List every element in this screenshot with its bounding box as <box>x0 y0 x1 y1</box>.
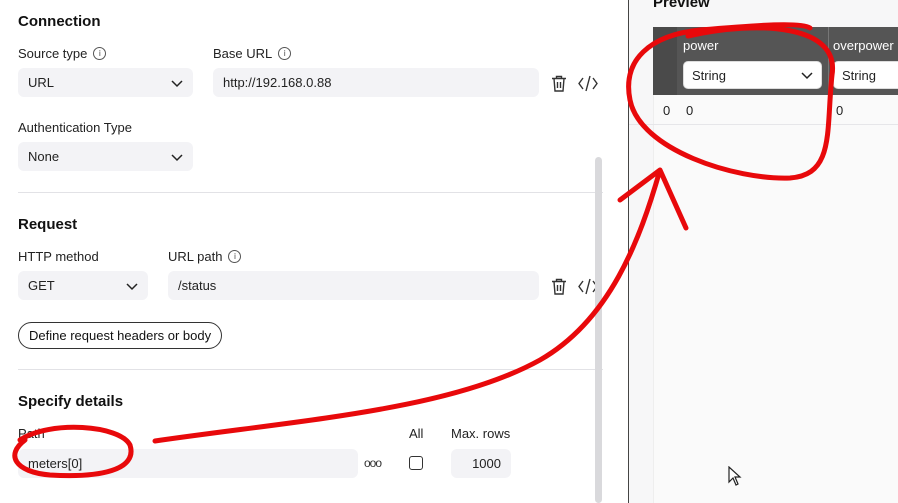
info-icon[interactable]: i <box>228 250 242 263</box>
base-url-value: http://192.168.0.88 <box>223 75 332 90</box>
column-type-value: String <box>842 67 876 83</box>
preview-grid <box>653 27 898 503</box>
source-type-label-text: Source type <box>18 46 88 61</box>
max-rows-label: Max. rows <box>451 426 511 441</box>
scrollbar[interactable] <box>595 157 602 503</box>
define-headers-button[interactable]: Define request headers or body <box>18 322 223 349</box>
url-path-value: /status <box>178 278 217 293</box>
http-method-label: HTTP method <box>18 249 99 264</box>
specify-details-heading: Specify details <box>18 393 124 410</box>
more-options-icon[interactable]: ooo <box>364 456 382 470</box>
divider <box>18 192 603 193</box>
path-input[interactable]: meters[0] <box>18 449 358 478</box>
column-header-overpower: overpower <box>833 38 894 53</box>
column-type-select-overpower[interactable]: String <box>833 61 898 89</box>
url-path-input[interactable]: /status <box>168 271 539 300</box>
all-checkbox[interactable] <box>409 456 423 470</box>
request-heading: Request <box>18 216 78 233</box>
column-header-power: power <box>683 38 719 53</box>
path-label: Path <box>18 426 45 441</box>
url-path-label: URL path i <box>168 249 242 264</box>
base-url-label: Base URL i <box>213 46 292 61</box>
column-type-value: String <box>692 67 726 83</box>
divider <box>18 369 603 370</box>
info-icon[interactable]: i <box>93 47 107 60</box>
source-type-value: URL <box>28 75 55 90</box>
max-rows-input[interactable]: 1000 <box>451 449 511 478</box>
info-icon[interactable]: i <box>278 47 292 60</box>
connection-heading: Connection <box>18 13 101 30</box>
source-type-select[interactable]: URL <box>18 68 193 97</box>
auth-type-value: None <box>28 149 60 164</box>
auth-type-select[interactable]: None <box>18 142 193 171</box>
chevron-down-icon <box>126 282 138 290</box>
all-label: All <box>409 426 424 441</box>
auth-type-label: Authentication Type <box>18 120 132 135</box>
preview-heading: Preview <box>653 0 710 11</box>
index-column-header <box>653 27 677 95</box>
max-rows-value: 1000 <box>472 456 501 471</box>
column-type-select-power[interactable]: String <box>683 61 822 89</box>
trash-icon[interactable] <box>549 276 569 296</box>
trash-icon[interactable] <box>549 73 569 93</box>
code-icon[interactable] <box>578 73 598 93</box>
mouse-cursor-icon <box>728 466 742 486</box>
cell-power: 0 <box>686 103 694 118</box>
row-divider <box>629 124 898 125</box>
base-url-label-text: Base URL <box>213 46 273 61</box>
chevron-down-icon <box>801 72 813 80</box>
source-type-label: Source type i <box>18 46 107 61</box>
column-separator <box>828 27 829 95</box>
http-method-value: GET <box>28 278 55 293</box>
row-index: 0 <box>663 103 671 118</box>
chevron-down-icon <box>171 153 183 161</box>
config-panel: Connection Source type i URL Base URL i … <box>0 0 603 503</box>
http-method-select[interactable]: GET <box>18 271 148 300</box>
base-url-input[interactable]: http://192.168.0.88 <box>213 68 539 97</box>
cell-overpower: 0 <box>836 103 844 118</box>
chevron-down-icon <box>171 79 183 87</box>
panel-divider <box>628 0 629 503</box>
url-path-label-text: URL path <box>168 249 223 264</box>
path-value: meters[0] <box>28 456 83 471</box>
